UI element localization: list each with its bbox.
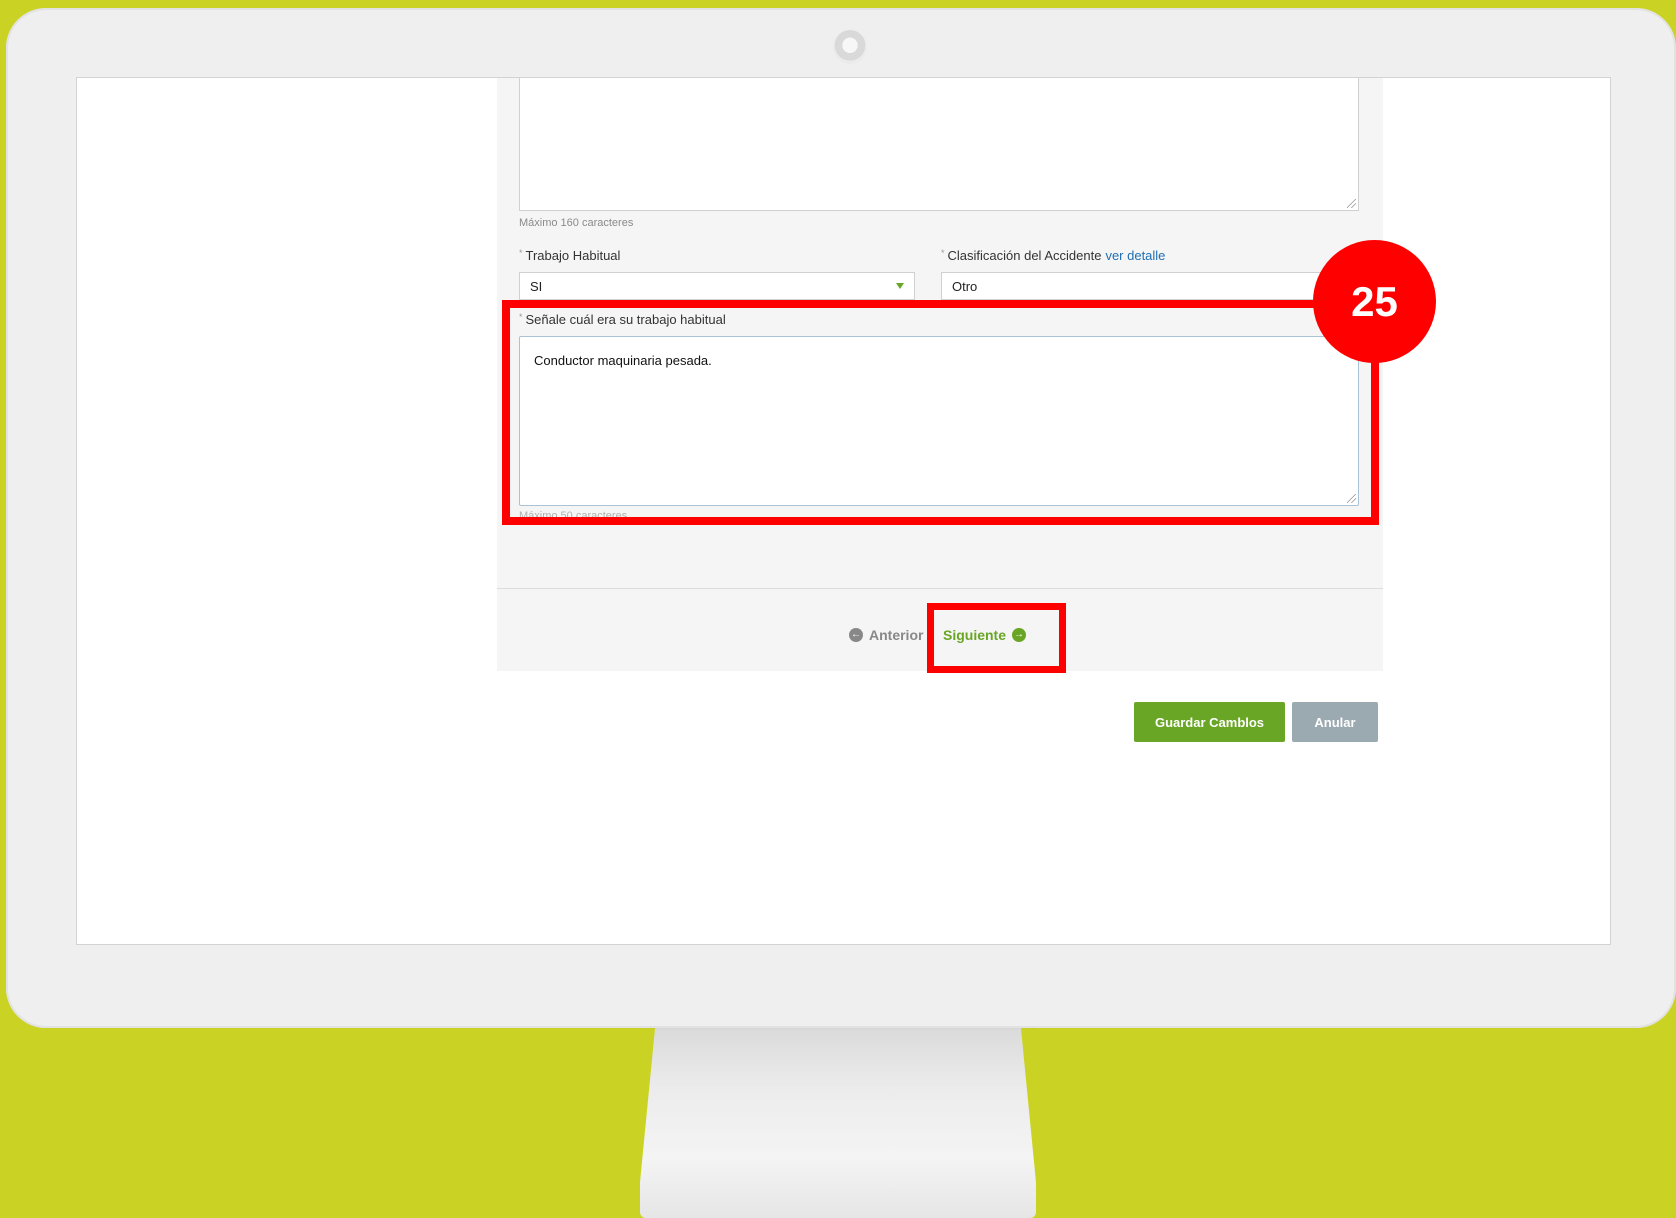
guardar-cambios-button[interactable]: Guardar Camblos <box>1134 702 1285 742</box>
previous-textarea-help: Máximo 160 caracteres <box>519 217 634 229</box>
previous-textarea[interactable] <box>519 78 1359 211</box>
anterior-label: Anterior <box>869 627 924 643</box>
chevron-down-icon <box>896 283 904 289</box>
resize-grip-icon[interactable] <box>1347 199 1356 208</box>
anterior-button[interactable]: ← Anterior <box>849 627 923 643</box>
required-mark: * <box>941 248 945 258</box>
step-number-badge: 25 <box>1313 240 1436 363</box>
camera-icon <box>833 30 867 64</box>
monitor-stand <box>640 1020 1036 1218</box>
arrow-left-circle-icon: ← <box>849 628 863 642</box>
trabajo-habitual-label: * Trabajo Habitual <box>519 248 620 263</box>
highlight-box-textarea <box>502 300 1379 525</box>
clasificacion-label-text: Clasificación del Accidente <box>947 248 1102 263</box>
divider <box>497 588 1383 589</box>
clasificacion-select[interactable]: Otro <box>941 272 1359 300</box>
clasificacion-label: * Clasificación del Accidente ver detalle <box>941 248 1165 263</box>
trabajo-habitual-label-text: Trabajo Habitual <box>525 248 621 263</box>
required-mark: * <box>519 248 523 258</box>
trabajo-habitual-select[interactable]: SI <box>519 272 915 300</box>
trabajo-habitual-value: SI <box>530 279 543 294</box>
clasificacion-value: Otro <box>952 279 978 294</box>
ver-detalle-link[interactable]: ver detalle <box>1105 248 1165 263</box>
highlight-box-siguiente <box>927 603 1066 673</box>
anular-button[interactable]: Anular <box>1292 702 1378 742</box>
